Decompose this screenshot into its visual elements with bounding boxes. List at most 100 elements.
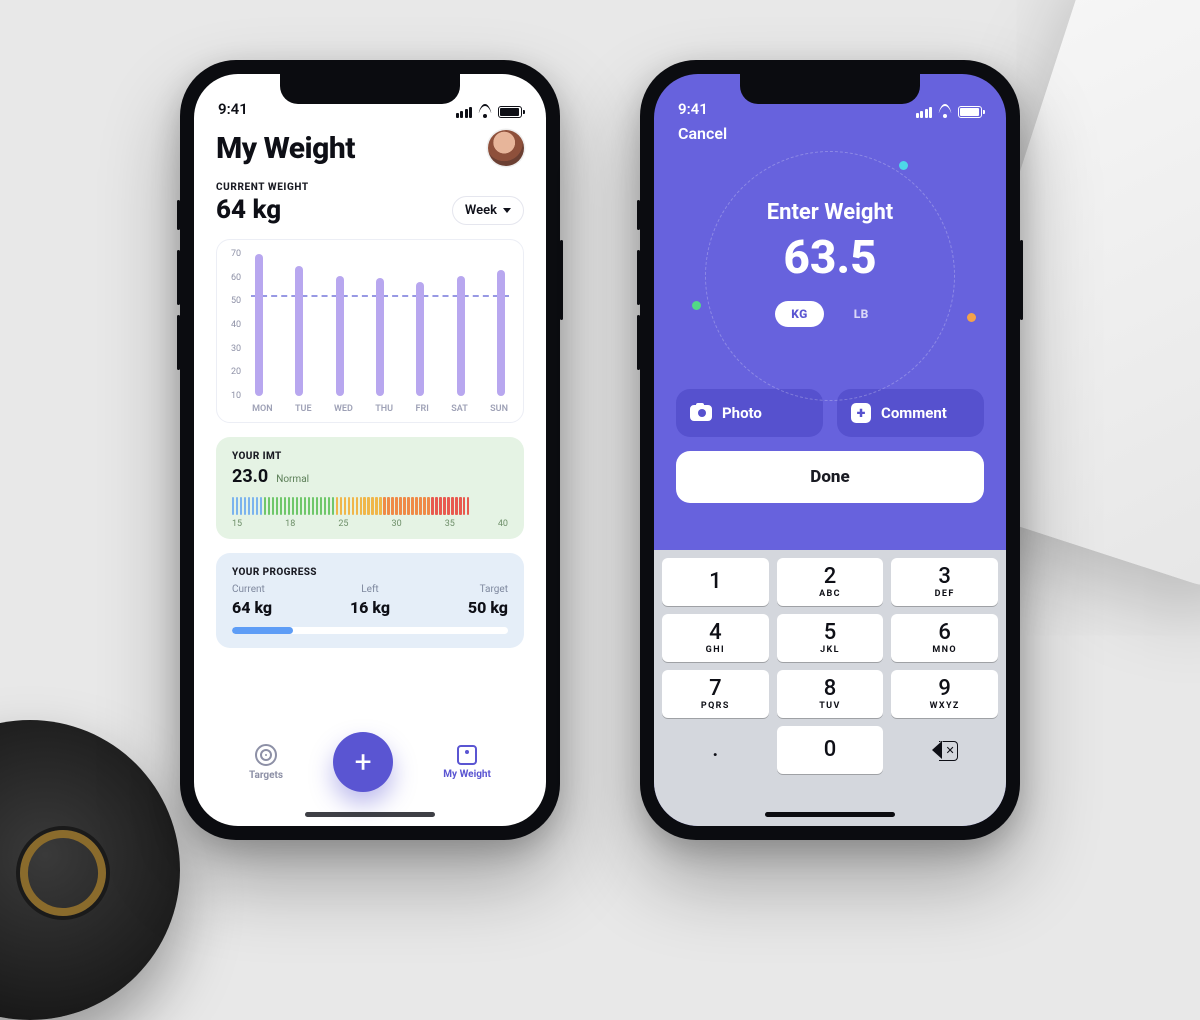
key-label: 7 bbox=[709, 678, 722, 700]
key-2[interactable]: 2ABC bbox=[777, 558, 884, 606]
comment-button-label: Comment bbox=[881, 404, 947, 422]
chart-bar bbox=[336, 276, 344, 396]
backspace-icon: ✕ bbox=[932, 741, 958, 759]
battery-icon bbox=[498, 106, 522, 118]
key-3[interactable]: 3DEF bbox=[891, 558, 998, 606]
key-dot[interactable]: . bbox=[662, 726, 769, 774]
current-weight-value: 64 kg bbox=[216, 195, 309, 225]
chart-y-axis: 70605040302010 bbox=[231, 254, 241, 414]
progress-target-label: Target bbox=[468, 584, 508, 595]
page-title: My Weight bbox=[216, 131, 355, 166]
chart-bars bbox=[251, 254, 509, 396]
tab-my-weight-label: My Weight bbox=[443, 769, 491, 780]
current-weight-label: CURRENT WEIGHT bbox=[216, 182, 309, 193]
key-sublabel: DEF bbox=[935, 589, 955, 599]
key-label: 6 bbox=[938, 622, 951, 644]
imt-scale-labels: 151825303540 bbox=[232, 519, 508, 529]
progress-target-value: 50 kg bbox=[468, 598, 508, 617]
notch bbox=[280, 74, 460, 104]
progress-current-value: 64 kg bbox=[232, 598, 272, 617]
progress-card: YOUR PROGRESS Current 64 kg Left 16 kg Tar… bbox=[216, 553, 524, 648]
tab-my-weight[interactable]: My Weight bbox=[443, 745, 491, 780]
chart-plot: MONTUEWEDTHUFRISATSUN bbox=[251, 254, 509, 414]
dial-dot bbox=[692, 301, 701, 310]
battery-icon bbox=[958, 106, 982, 118]
imt-card: YOUR IMT 23.0 Normal 151825303540 bbox=[216, 437, 524, 539]
imt-status: Normal bbox=[276, 474, 309, 485]
key-7[interactable]: 7PQRS bbox=[662, 670, 769, 718]
tab-bar: Targets + My Weight bbox=[194, 732, 546, 792]
cancel-button[interactable]: Cancel bbox=[654, 120, 1006, 143]
imt-label: YOUR IMT bbox=[232, 451, 508, 462]
key-sublabel: PQRS bbox=[701, 701, 730, 711]
dial-dot bbox=[967, 313, 976, 322]
photo-button-label: Photo bbox=[722, 404, 762, 422]
key-sublabel: TUV bbox=[819, 701, 841, 711]
signal-icon bbox=[916, 107, 933, 118]
imt-value: 23.0 bbox=[232, 466, 268, 487]
key-label: 3 bbox=[938, 566, 951, 588]
chart-bar bbox=[255, 254, 263, 396]
key-sublabel: WXYZ bbox=[930, 701, 960, 711]
key-label: 5 bbox=[824, 622, 837, 644]
done-button[interactable]: Done bbox=[676, 451, 984, 503]
key-sublabel: MNO bbox=[932, 645, 957, 655]
key-5[interactable]: 5JKL bbox=[777, 614, 884, 662]
chart-bar bbox=[295, 266, 303, 396]
key-label: 1 bbox=[709, 571, 722, 593]
numeric-keypad: 12ABC3DEF 4GHI5JKL6MNO 7PQRS8TUV9WXYZ . … bbox=[654, 550, 1006, 826]
chart-x-axis: MONTUEWEDTHUFRISATSUN bbox=[251, 404, 509, 414]
progress-left-value: 16 kg bbox=[350, 598, 390, 617]
scale-icon bbox=[457, 745, 477, 765]
progress-left-label: Left bbox=[350, 584, 390, 595]
key-label: 8 bbox=[824, 678, 837, 700]
key-backspace[interactable]: ✕ bbox=[891, 726, 998, 774]
key-6[interactable]: 6MNO bbox=[891, 614, 998, 662]
weight-chart-card: 70605040302010 MONTUEWEDTHUFRISATSUN bbox=[216, 239, 524, 423]
progress-current-label: Current bbox=[232, 584, 272, 595]
plus-icon: + bbox=[355, 745, 372, 780]
wifi-icon bbox=[477, 106, 493, 118]
key-label: . bbox=[712, 739, 718, 761]
key-label: 4 bbox=[709, 622, 722, 644]
key-sublabel: GHI bbox=[706, 645, 725, 655]
chart-bar bbox=[376, 278, 384, 396]
key-sublabel: ABC bbox=[819, 589, 841, 599]
phone-right: 9:41 Cancel Enter Weight 63.5 KG LB Ph bbox=[640, 60, 1020, 840]
status-time: 9:41 bbox=[218, 100, 248, 118]
key-0[interactable]: 0 bbox=[777, 726, 884, 774]
weight-dial: Enter Weight 63.5 KG LB bbox=[654, 143, 1006, 383]
dial-ring bbox=[705, 151, 955, 401]
status-time: 9:41 bbox=[678, 100, 708, 118]
tab-targets[interactable]: Targets bbox=[249, 744, 283, 781]
key-4[interactable]: 4GHI bbox=[662, 614, 769, 662]
range-selector-label: Week bbox=[465, 203, 497, 218]
home-indicator[interactable] bbox=[305, 812, 435, 817]
imt-scale-bars bbox=[232, 495, 508, 515]
avatar[interactable] bbox=[488, 130, 524, 166]
key-label: 2 bbox=[824, 566, 837, 588]
chevron-down-icon bbox=[503, 208, 511, 213]
key-1[interactable]: 1 bbox=[662, 558, 769, 606]
key-label: 9 bbox=[938, 678, 951, 700]
home-indicator[interactable] bbox=[765, 812, 895, 817]
camera-icon bbox=[690, 405, 712, 421]
chart-bar bbox=[457, 276, 465, 396]
progress-label: YOUR PROGRESS bbox=[232, 567, 508, 578]
phone-left: 9:41 My Weight CURRENT WEIGHT 64 kg Week bbox=[180, 60, 560, 840]
signal-icon bbox=[456, 107, 473, 118]
chart-bar bbox=[497, 270, 505, 396]
key-9[interactable]: 9WXYZ bbox=[891, 670, 998, 718]
target-icon bbox=[255, 744, 277, 766]
progress-bar bbox=[232, 627, 508, 634]
wifi-icon bbox=[937, 106, 953, 118]
range-selector[interactable]: Week bbox=[452, 196, 524, 225]
notch bbox=[740, 74, 920, 104]
key-8[interactable]: 8TUV bbox=[777, 670, 884, 718]
chart-bar bbox=[416, 282, 424, 396]
tab-targets-label: Targets bbox=[249, 770, 283, 781]
dial-dot bbox=[899, 161, 908, 170]
key-sublabel: JKL bbox=[820, 645, 840, 655]
add-comment-icon: + bbox=[851, 403, 871, 423]
add-button[interactable]: + bbox=[333, 732, 393, 792]
